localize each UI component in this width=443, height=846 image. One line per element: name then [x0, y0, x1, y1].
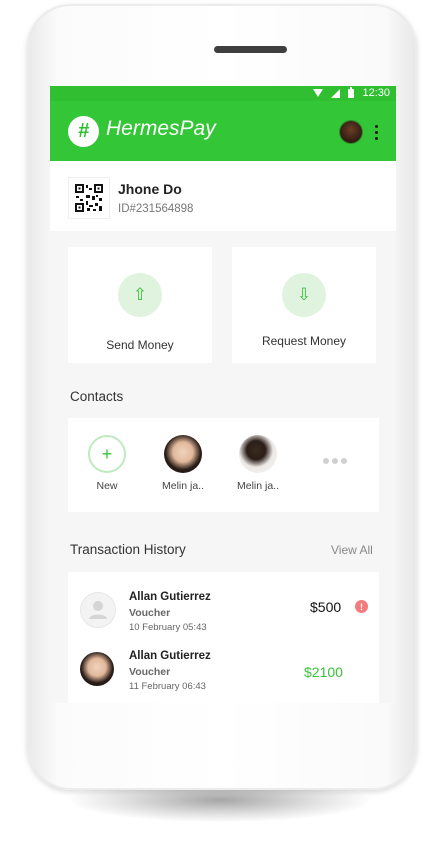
- battery-icon: [348, 86, 355, 98]
- transaction-row[interactable]: Allan Gutierrez Voucher 11 February 06:4…: [68, 644, 379, 703]
- arrow-down-glyph: ⇩: [296, 285, 312, 304]
- qr-graphic: [75, 184, 103, 212]
- transaction-type: Voucher: [129, 607, 171, 619]
- request-money-button[interactable]: ⇩ Request Money: [232, 247, 376, 363]
- app-header: # HermesPay: [50, 101, 396, 161]
- status-bar: 12:30: [50, 86, 396, 101]
- logo-glyph: #: [77, 120, 90, 142]
- transaction-row[interactable]: Allan Gutierrez Voucher 10 February 05:4…: [68, 582, 379, 642]
- alert-glyph: !: [360, 601, 363, 612]
- transaction-date: 11 February 06:43: [129, 681, 206, 692]
- send-money-button[interactable]: ⇧ Send Money: [68, 247, 212, 363]
- transaction-name: Allan Gutierrez: [129, 591, 211, 603]
- transaction-amount: $2100: [304, 664, 343, 680]
- transaction-date: 10 February 05:43: [129, 622, 207, 633]
- contact-item[interactable]: Melin ja..: [153, 435, 213, 492]
- user-avatar[interactable]: [340, 121, 362, 143]
- contact-avatar: [239, 435, 277, 473]
- arrow-up-glyph: ⇧: [132, 285, 148, 304]
- contact-avatar: [164, 435, 202, 473]
- send-money-label: Send Money: [106, 338, 174, 352]
- more-contacts-icon[interactable]: [323, 458, 347, 464]
- add-glyph: +: [101, 443, 113, 464]
- history-title: Transaction History: [70, 542, 186, 557]
- more-menu-icon[interactable]: [375, 125, 379, 143]
- arrow-up-icon: ⇧: [118, 273, 162, 317]
- contact-label: Melin ja..: [161, 480, 204, 492]
- wifi-icon: [313, 89, 324, 97]
- user-placeholder-icon: [80, 592, 116, 628]
- transaction-avatar: [80, 652, 114, 686]
- contacts-card: + New Melin ja.. Melin ja..: [68, 418, 379, 512]
- transaction-list: Allan Gutierrez Voucher 10 February 05:4…: [68, 572, 379, 703]
- signal-icon: [331, 88, 341, 98]
- qr-code-icon[interactable]: [68, 177, 110, 219]
- app-screen: 12:30 # HermesPay Jhone Do ID#231564898 …: [50, 86, 396, 703]
- transaction-amount: $500: [310, 599, 342, 615]
- contact-item[interactable]: Melin ja..: [228, 435, 288, 492]
- alert-icon: !: [355, 600, 368, 613]
- contacts-title: Contacts: [70, 389, 124, 404]
- profile-id: ID#231564898: [118, 203, 194, 215]
- new-contact-button[interactable]: + New: [77, 435, 137, 492]
- contact-label: Melin ja..: [236, 480, 279, 492]
- arrow-down-icon: ⇩: [282, 273, 326, 317]
- app-title: HermesPay: [106, 117, 216, 140]
- transaction-type: Voucher: [129, 666, 171, 678]
- profile-name: Jhone Do: [118, 181, 182, 197]
- transaction-name: Allan Gutierrez: [129, 650, 211, 662]
- add-icon: +: [88, 435, 126, 473]
- view-all-link[interactable]: View All: [331, 543, 373, 557]
- app-logo-icon: #: [68, 116, 99, 147]
- new-contact-label: New: [96, 480, 118, 492]
- status-time: 12:30: [362, 87, 390, 99]
- phone-speaker: [214, 46, 287, 53]
- profile-card[interactable]: Jhone Do ID#231564898: [50, 161, 396, 231]
- request-money-label: Request Money: [261, 334, 347, 348]
